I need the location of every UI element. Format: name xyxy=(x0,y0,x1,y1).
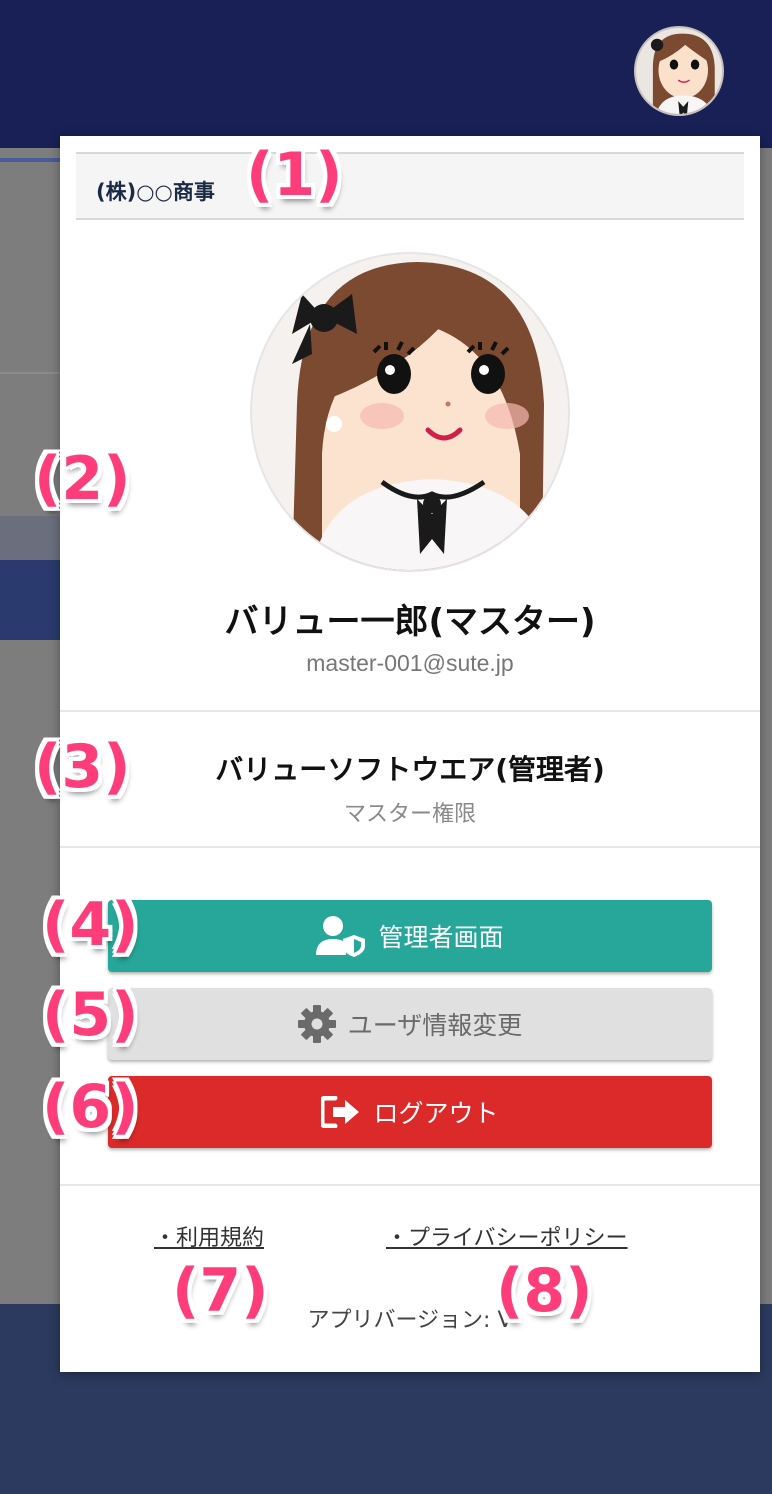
callout-5: (5) xyxy=(42,980,139,1050)
avatar-icon xyxy=(636,28,722,114)
user-menu-panel: (株)○○商事 バリュー一郎(マスター) master-001@sute.jp … xyxy=(60,136,760,1372)
callout-6: (6) xyxy=(42,1072,139,1142)
admin-screen-button[interactable]: 管理者画面 xyxy=(108,900,712,972)
callout-1: (1) xyxy=(246,140,343,210)
footer-links: ・利用規約 ・プライバシーポリシー xyxy=(60,1220,760,1260)
callout-2: (2) xyxy=(34,444,131,514)
logout-label: ログアウト xyxy=(373,1099,499,1128)
divider xyxy=(60,1184,760,1186)
terms-of-use-link[interactable]: ・利用規約 xyxy=(154,1220,264,1252)
background-divider xyxy=(0,158,60,162)
user-settings-button[interactable]: ユーザ情報変更 xyxy=(108,988,712,1060)
organization-name: バリューソフトウエア(管理者) xyxy=(215,753,605,786)
avatar-icon xyxy=(252,254,568,570)
background-row xyxy=(0,560,60,640)
divider xyxy=(60,846,760,848)
logout-button[interactable]: ログアウト xyxy=(108,1076,712,1148)
background-row xyxy=(0,516,60,560)
profile-avatar xyxy=(250,252,570,572)
app-version: アプリバージョン: V xyxy=(307,1308,513,1333)
gear-icon xyxy=(297,1005,336,1043)
user-shield-icon xyxy=(316,915,366,957)
user-email: master-001@sute.jp xyxy=(306,650,514,676)
company-bar: (株)○○商事 xyxy=(76,152,744,220)
sign-out-icon xyxy=(321,1096,361,1128)
callout-4: (4) xyxy=(42,890,139,960)
company-name: (株)○○商事 xyxy=(96,180,215,204)
organization-role: マスター権限 xyxy=(343,802,476,827)
callout-8: (8) xyxy=(496,1256,593,1326)
admin-screen-label: 管理者画面 xyxy=(378,923,504,952)
callout-3: (3) xyxy=(34,732,131,802)
user-name: バリュー一郎(マスター) xyxy=(224,602,596,642)
background-divider xyxy=(0,372,60,374)
privacy-policy-link[interactable]: ・プライバシーポリシー xyxy=(386,1220,628,1252)
callout-7: (7) xyxy=(172,1256,269,1326)
user-settings-label: ユーザ情報変更 xyxy=(347,1011,523,1040)
header-avatar-button[interactable] xyxy=(634,26,724,116)
divider xyxy=(60,710,760,712)
